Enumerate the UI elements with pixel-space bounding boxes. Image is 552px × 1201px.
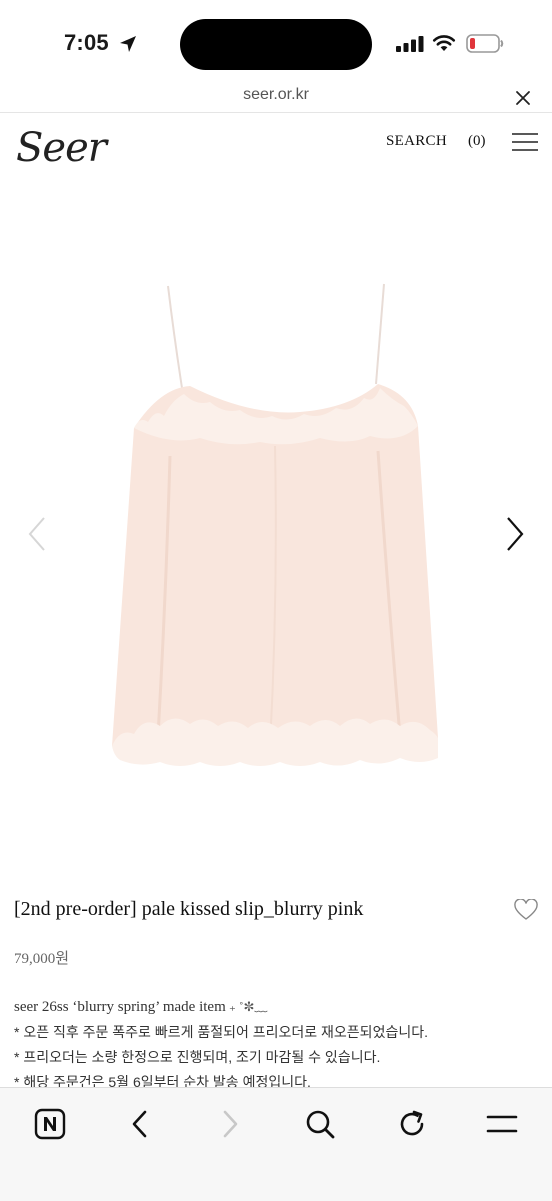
dynamic-island (180, 19, 372, 70)
chevron-right-icon[interactable] (504, 516, 526, 552)
description-line-2: * 오픈 직후 주문 폭주로 빠르게 품절되어 프리오더로 재오픈되었습니다. (14, 1024, 428, 1040)
status-time: 7:05 (64, 30, 109, 55)
chevron-left-icon[interactable] (26, 516, 48, 552)
battery-low-icon (466, 34, 504, 53)
hamburger-menu-icon[interactable] (512, 132, 538, 152)
menu-lines-icon (486, 1115, 518, 1133)
back-button[interactable] (122, 1106, 158, 1142)
reload-button[interactable] (394, 1106, 430, 1142)
naver-button[interactable] (32, 1106, 68, 1142)
description-line-1: seer 26ss ‘blurry spring’ made item ₊ ˚✼… (14, 994, 544, 1020)
tabs-menu-button[interactable] (484, 1106, 520, 1142)
wifi-icon (432, 35, 456, 51)
product-price: 79,000원 (14, 951, 70, 967)
url-domain[interactable]: seer.or.kr (0, 86, 552, 104)
naver-n-icon (34, 1108, 66, 1140)
product-description: seer 26ss ‘blurry spring’ made item ₊ ˚✼… (14, 994, 544, 1095)
url-bar[interactable]: seer.or.kr (0, 84, 552, 112)
cart-count[interactable]: (0) (468, 133, 486, 150)
close-icon[interactable] (514, 89, 532, 107)
forward-arrow-icon (223, 1110, 238, 1138)
reload-icon (400, 1110, 424, 1136)
status-bar: 7:05 (0, 0, 552, 86)
search-icon (306, 1110, 335, 1139)
back-arrow-icon (132, 1110, 147, 1138)
heart-icon[interactable] (514, 899, 538, 921)
description-decoration: ₊ ˚✼︎﹏ (225, 999, 268, 1014)
product-image (112, 283, 438, 766)
search-link[interactable]: SEARCH (386, 133, 447, 150)
description-line-3: * 프리오더는 소량 한정으로 진행되며, 조기 마감될 수 있습니다. (14, 1049, 381, 1065)
site-logo[interactable]: Seer (16, 125, 107, 171)
forward-button[interactable] (212, 1106, 248, 1142)
location-arrow-icon (120, 36, 136, 52)
cellular-signal-icon (396, 36, 424, 52)
search-button[interactable] (302, 1106, 338, 1142)
product-image-carousel[interactable] (0, 190, 552, 870)
product-title: [2nd pre-order] pale kissed slip_blurry … (14, 898, 364, 920)
description-intro: seer 26ss ‘blurry spring’ made item (14, 999, 226, 1015)
browser-toolbar (0, 1087, 552, 1201)
site-header: Seer SEARCH (0) (0, 113, 552, 189)
